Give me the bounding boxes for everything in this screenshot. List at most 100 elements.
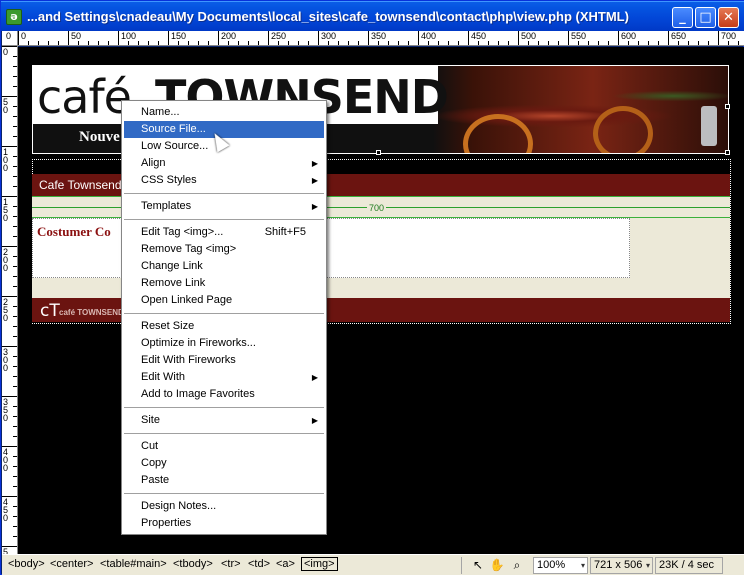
- tag-selector-a[interactable]: <a>: [276, 558, 295, 570]
- menu-item[interactable]: Remove Tag <img>: [124, 241, 324, 258]
- menu-item[interactable]: Paste: [124, 472, 324, 489]
- window-size-value: 721 x 506: [594, 559, 643, 571]
- close-button[interactable]: ✕: [718, 7, 739, 28]
- magnifier-icon[interactable]: ⌕: [509, 558, 525, 573]
- app-icon[interactable]: ə: [6, 9, 22, 25]
- window-size-select[interactable]: 721 x 506 ▾: [590, 557, 653, 574]
- arrow-pointer-icon[interactable]: ↖: [470, 558, 486, 573]
- submenu-arrow-icon: ▶: [311, 159, 318, 168]
- ruler-origin[interactable]: 0: [2, 31, 18, 46]
- menu-item-label: Low Source...: [141, 140, 209, 152]
- menu-item-label: Optimize in Fireworks...: [141, 337, 256, 349]
- ruler-tick: [13, 406, 17, 407]
- maximize-button[interactable]: □: [695, 7, 716, 28]
- chevron-down-icon[interactable]: ▾: [646, 558, 650, 573]
- ruler-tick: [648, 41, 649, 45]
- ruler-tick: [558, 41, 559, 45]
- ruler-label: 300: [321, 31, 337, 41]
- menu-item[interactable]: Templates ▶: [124, 198, 324, 215]
- ruler-tick: [598, 41, 599, 45]
- menu-item-label: Paste: [141, 474, 170, 486]
- dreamweaver-window: ə ...and Settings\cnadeau\My Documents\l…: [0, 0, 744, 575]
- ruler-tick: [138, 41, 139, 45]
- ruler-tick: [13, 516, 17, 517]
- ruler-tick: [13, 316, 17, 317]
- ruler-tick: [738, 41, 739, 45]
- menu-item[interactable]: Cut: [124, 438, 324, 455]
- ruler-label: 700: [721, 31, 737, 41]
- download-value: 23K / 4 sec: [659, 559, 715, 571]
- menu-item[interactable]: Site ▶: [124, 412, 324, 429]
- logo-cafe-text: café: [37, 70, 132, 124]
- ruler-label: 350: [371, 31, 387, 41]
- ruler-tick: [348, 41, 349, 45]
- menu-item[interactable]: Properties: [124, 515, 324, 532]
- ruler-tick: [13, 386, 17, 387]
- ruler-tick: [13, 536, 17, 537]
- ruler-tick: [13, 206, 17, 207]
- ruler-tick: [628, 41, 629, 45]
- menu-item[interactable]: Open Linked Page: [124, 292, 324, 309]
- horizontal-ruler[interactable]: 0 50 100 150 200 250 300 350 400 450 500 550 600 650 7…: [18, 31, 744, 46]
- menu-item-label: Reset Size: [141, 320, 195, 332]
- menu-item-label: Open Linked Page: [141, 294, 233, 306]
- hand-icon[interactable]: ✋: [489, 558, 505, 573]
- ruler-tick: [288, 41, 289, 45]
- resize-handle[interactable]: [725, 104, 730, 109]
- ruler-tick: [708, 41, 709, 45]
- menu-item[interactable]: Add to Image Favorites: [124, 386, 324, 403]
- content-heading: Costumer Co: [37, 224, 111, 239]
- ruler-tick: [548, 41, 549, 45]
- menu-item[interactable]: Align ▶: [124, 155, 324, 172]
- vertical-ruler[interactable]: 050100150200250300350400450500: [2, 46, 18, 554]
- menu-item-label: Remove Tag <img>: [141, 243, 237, 255]
- ruler-tick: [508, 41, 509, 45]
- chevron-down-icon[interactable]: ▾: [581, 558, 585, 573]
- ruler-label: 300: [3, 347, 9, 373]
- tag-selector-img[interactable]: <img>: [301, 557, 338, 571]
- ruler-tick: [13, 266, 17, 267]
- minimize-button[interactable]: _: [672, 7, 693, 28]
- menu-item[interactable]: Edit With ▶: [124, 369, 324, 386]
- submenu-arrow-icon: ▶: [311, 373, 318, 382]
- table-width-label[interactable]: 700: [367, 203, 387, 213]
- ruler-tick: [678, 41, 679, 45]
- title-bar[interactable]: ə ...and Settings\cnadeau\My Documents\l…: [1, 1, 744, 31]
- menu-item[interactable]: Edit With Fireworks: [124, 352, 324, 369]
- ruler-tick: [28, 41, 29, 45]
- tag-selector-body[interactable]: <body>: [8, 558, 45, 570]
- resize-handle[interactable]: [725, 150, 730, 155]
- ruler-tick: [13, 156, 17, 157]
- ruler-label: 150: [171, 31, 187, 41]
- ruler-tick: [208, 41, 209, 45]
- menu-item[interactable]: Copy: [124, 455, 324, 472]
- status-divider: [461, 557, 462, 574]
- menu-item[interactable]: Optimize in Fireworks...: [124, 335, 324, 352]
- tag-selector-center[interactable]: <center>: [50, 558, 93, 570]
- menu-item[interactable]: Design Notes...: [124, 498, 324, 515]
- zoom-select[interactable]: 100% ▾: [533, 557, 588, 574]
- menu-separator: [124, 193, 324, 194]
- menu-item[interactable]: Reset Size: [124, 318, 324, 335]
- ruler-label: 400: [421, 31, 437, 41]
- tag-selector-tr[interactable]: <tr>: [221, 558, 241, 570]
- ruler-tick: [13, 176, 17, 177]
- menu-item-shortcut: Shift+F5: [264, 226, 306, 238]
- menu-item-label: Edit Tag <img>...: [141, 226, 224, 238]
- ruler-tick: [488, 41, 489, 45]
- menu-item[interactable]: Edit Tag <img>... Shift+F5: [124, 224, 324, 241]
- ruler-tick: [13, 256, 17, 257]
- tag-selector-table[interactable]: <table#main>: [100, 558, 167, 570]
- menu-item[interactable]: Name...: [124, 104, 324, 121]
- ruler-label: 200: [221, 31, 237, 41]
- tag-selector-td[interactable]: <td>: [248, 558, 270, 570]
- resize-handle[interactable]: [376, 150, 381, 155]
- menu-item-label: Source File...: [141, 123, 206, 135]
- ruler-tick: [13, 86, 17, 87]
- tag-selector-tbody[interactable]: <tbody>: [173, 558, 213, 570]
- ruler-tick: [528, 41, 529, 45]
- ruler-label: 650: [671, 31, 687, 41]
- menu-item[interactable]: Change Link: [124, 258, 324, 275]
- menu-item[interactable]: CSS Styles ▶: [124, 172, 324, 189]
- menu-item[interactable]: Remove Link: [124, 275, 324, 292]
